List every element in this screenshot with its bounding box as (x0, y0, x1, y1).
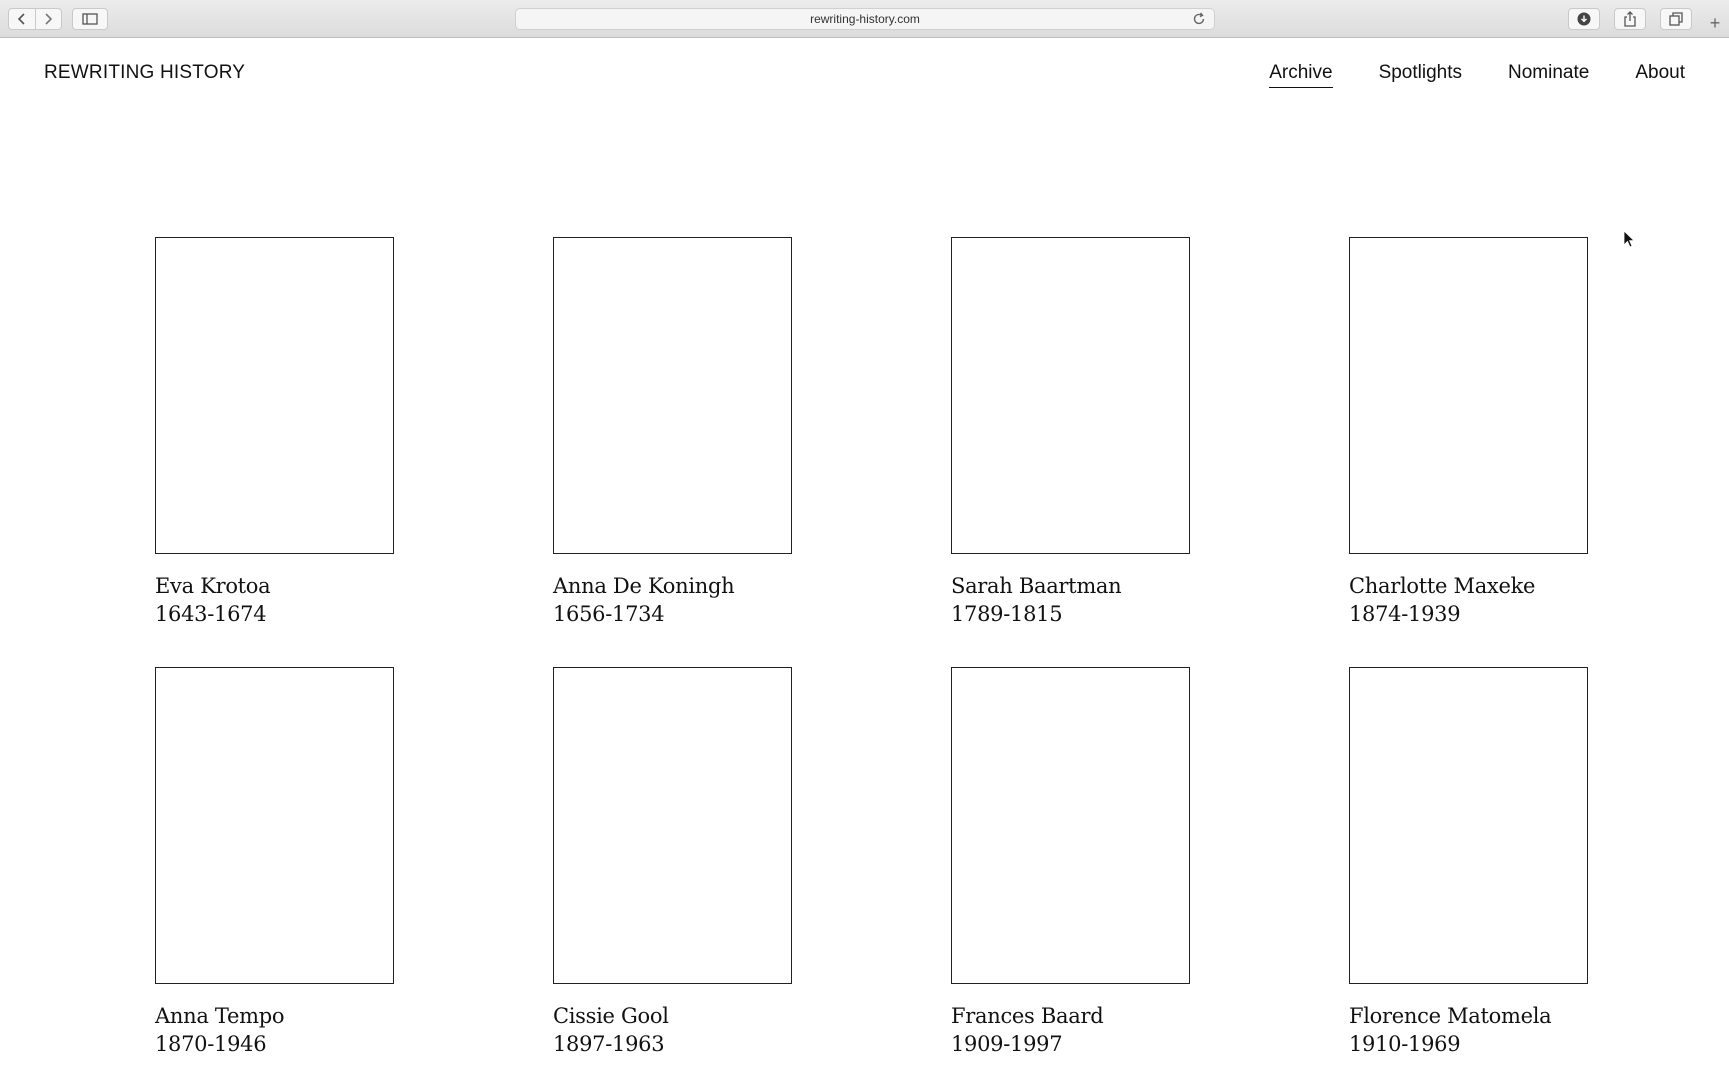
person-name[interactable]: Charlotte Maxeke (1349, 572, 1588, 600)
browser-toolbar: rewriting-history.com + (0, 0, 1729, 38)
person-name[interactable]: Florence Matomela (1349, 1002, 1588, 1030)
archive-grid: Eva Krotoa 1643-1674 Anna De Koningh 165… (155, 237, 1588, 1058)
person-years: 1870-1946 (155, 1032, 267, 1056)
person-card[interactable]: Cissie Gool 1897-1963 (553, 667, 792, 1058)
history-nav (8, 8, 62, 30)
share-button[interactable] (1614, 8, 1646, 30)
person-name[interactable]: Sarah Baartman (951, 572, 1190, 600)
portrait-frame[interactable] (155, 237, 394, 554)
download-icon (1577, 12, 1591, 26)
address-bar[interactable]: rewriting-history.com (515, 8, 1215, 30)
portrait-frame[interactable] (951, 237, 1190, 554)
portrait-frame[interactable] (553, 237, 792, 554)
person-years: 1910-1969 (1349, 1032, 1461, 1056)
person-name[interactable]: Anna De Koningh (553, 572, 792, 600)
plus-icon: + (1709, 12, 1721, 33)
forward-button[interactable] (36, 9, 62, 29)
tabs-icon (1669, 12, 1683, 26)
nav-about[interactable]: About (1635, 62, 1685, 88)
person-years: 1874-1939 (1349, 602, 1461, 626)
reload-icon[interactable] (1192, 12, 1206, 26)
sidebar-icon (82, 13, 98, 25)
person-name[interactable]: Cissie Gool (553, 1002, 792, 1030)
main-nav: Archive Spotlights Nominate About (1269, 62, 1685, 88)
person-years: 1656-1734 (553, 602, 665, 626)
person-card[interactable]: Frances Baard 1909-1997 (951, 667, 1190, 1058)
nav-archive[interactable]: Archive (1269, 62, 1333, 88)
portrait-frame[interactable] (951, 667, 1190, 984)
person-name[interactable]: Eva Krotoa (155, 572, 394, 600)
nav-spotlights[interactable]: Spotlights (1379, 62, 1462, 88)
person-card[interactable]: Charlotte Maxeke 1874-1939 (1349, 237, 1588, 628)
share-icon (1624, 11, 1636, 27)
new-tab-button[interactable]: + (1706, 12, 1724, 33)
back-button[interactable] (9, 9, 36, 29)
site-title[interactable]: REWRITING HISTORY (44, 62, 245, 84)
person-years: 1897-1963 (553, 1032, 665, 1056)
person-card[interactable]: Anna Tempo 1870-1946 (155, 667, 394, 1058)
chevron-left-icon (17, 13, 25, 25)
person-years: 1909-1997 (951, 1032, 1063, 1056)
sidebar-button[interactable] (72, 8, 108, 30)
portrait-frame[interactable] (553, 667, 792, 984)
url-text: rewriting-history.com (810, 12, 920, 26)
person-card[interactable]: Sarah Baartman 1789-1815 (951, 237, 1190, 628)
person-name[interactable]: Anna Tempo (155, 1002, 394, 1030)
download-button[interactable] (1568, 8, 1600, 30)
person-years: 1643-1674 (155, 602, 267, 626)
person-name[interactable]: Frances Baard (951, 1002, 1190, 1030)
person-card[interactable]: Eva Krotoa 1643-1674 (155, 237, 394, 628)
person-years: 1789-1815 (951, 602, 1063, 626)
nav-nominate[interactable]: Nominate (1508, 62, 1589, 88)
person-card[interactable]: Florence Matomela 1910-1969 (1349, 667, 1588, 1058)
tabs-overview-button[interactable] (1660, 8, 1692, 30)
person-card[interactable]: Anna De Koningh 1656-1734 (553, 237, 792, 628)
portrait-frame[interactable] (155, 667, 394, 984)
portrait-frame[interactable] (1349, 667, 1588, 984)
portrait-frame[interactable] (1349, 237, 1588, 554)
chevron-right-icon (45, 13, 53, 25)
cursor-icon (1623, 230, 1635, 248)
